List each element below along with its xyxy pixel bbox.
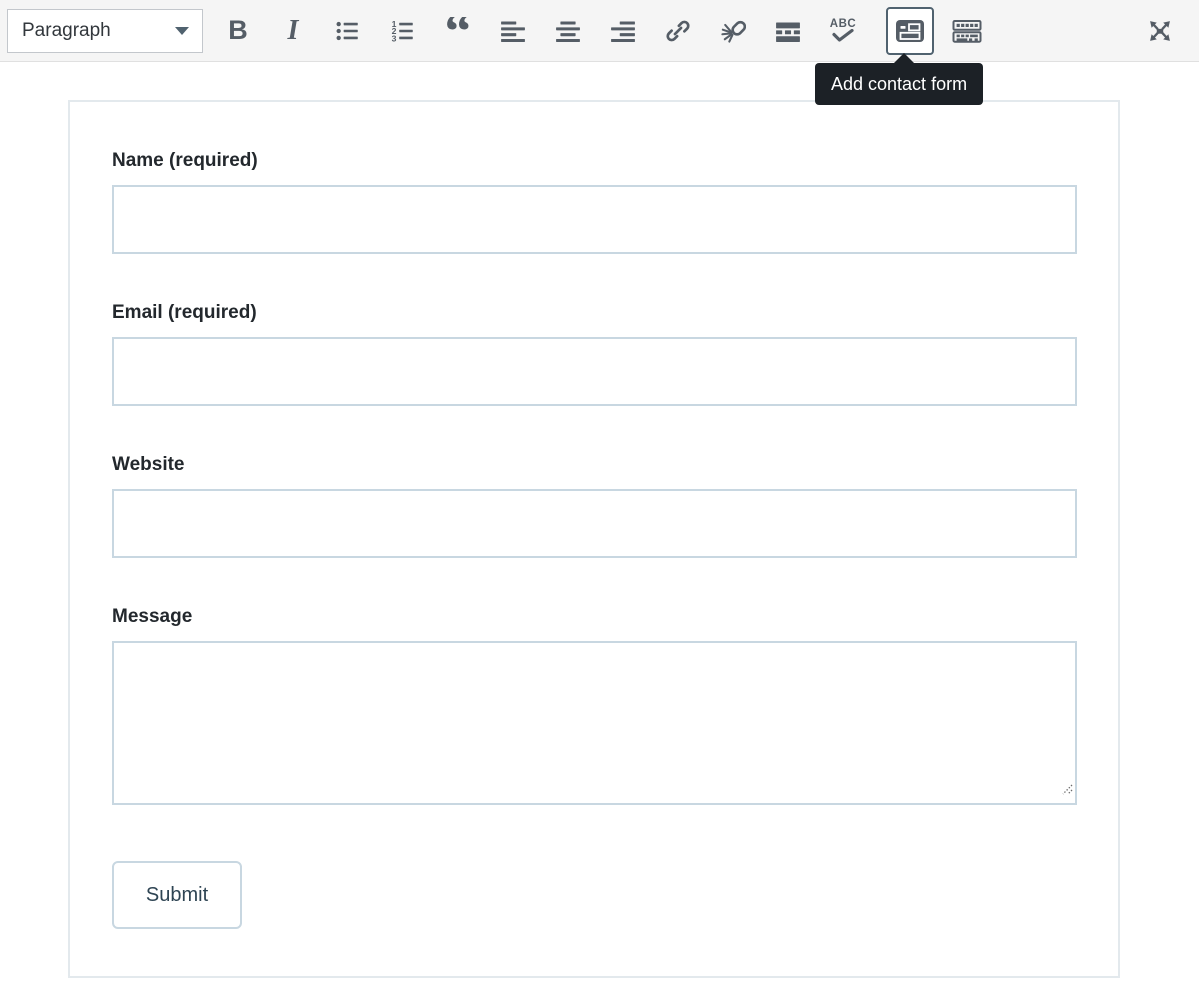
bullet-list-icon — [335, 18, 361, 44]
field-group-name: Name (required) — [112, 149, 1077, 254]
keyboard-shortcuts-button[interactable] — [942, 9, 992, 53]
editor-canvas[interactable]: Name (required) Email (required) Website… — [68, 100, 1120, 978]
link-icon — [665, 18, 691, 44]
tooltip-label: Add contact form — [831, 74, 967, 95]
editor-toolbar: Paragraph B I 1 2 3 “ — [0, 0, 1199, 62]
fullscreen-button[interactable] — [1135, 9, 1185, 53]
bold-button[interactable]: B — [213, 9, 263, 53]
keyboard-icon — [952, 18, 982, 44]
align-right-icon — [610, 18, 636, 44]
italic-icon: I — [288, 17, 299, 45]
message-field-label: Message — [112, 605, 1077, 628]
align-right-button[interactable] — [598, 9, 648, 53]
add-contact-form-tooltip: Add contact form — [815, 63, 983, 105]
email-field-label: Email (required) — [112, 301, 1077, 324]
email-field[interactable] — [112, 337, 1077, 406]
unlink-button[interactable] — [708, 9, 758, 53]
align-center-button[interactable] — [543, 9, 593, 53]
italic-button[interactable]: I — [268, 9, 318, 53]
unlink-icon — [720, 18, 746, 44]
field-group-website: Website — [112, 453, 1077, 558]
tooltip-arrow — [893, 53, 915, 64]
field-group-email: Email (required) — [112, 301, 1077, 406]
format-dropdown-value: Paragraph — [22, 20, 111, 42]
align-left-button[interactable] — [488, 9, 538, 53]
contact-form-icon — [895, 18, 925, 44]
numbered-list-icon: 1 2 3 — [390, 18, 416, 44]
submit-button[interactable]: Submit — [112, 861, 242, 929]
format-dropdown[interactable]: Paragraph — [7, 9, 203, 53]
bold-icon: B — [228, 17, 248, 44]
insert-more-tag-button[interactable] — [763, 9, 813, 53]
website-field-label: Website — [112, 453, 1077, 476]
spellcheck-button[interactable]: ABC — [818, 9, 868, 53]
textarea-resize-handle[interactable] — [1060, 782, 1073, 800]
field-group-message: Message — [112, 605, 1077, 805]
bullet-list-button[interactable] — [323, 9, 373, 53]
align-center-icon — [555, 18, 581, 44]
name-field-label: Name (required) — [112, 149, 1077, 172]
add-contact-form-button[interactable] — [886, 7, 934, 55]
svg-text:3: 3 — [392, 33, 397, 43]
numbered-list-button[interactable]: 1 2 3 — [378, 9, 428, 53]
blockquote-icon: “ — [441, 17, 475, 45]
blockquote-button[interactable]: “ — [433, 9, 483, 53]
name-field[interactable] — [112, 185, 1077, 254]
chevron-down-icon — [175, 27, 189, 35]
fullscreen-icon — [1146, 17, 1174, 45]
spellcheck-icon: ABC — [830, 19, 856, 43]
website-field[interactable] — [112, 489, 1077, 558]
message-field[interactable] — [112, 641, 1077, 805]
more-tag-icon — [775, 18, 801, 44]
align-left-icon — [500, 18, 526, 44]
insert-link-button[interactable] — [653, 9, 703, 53]
